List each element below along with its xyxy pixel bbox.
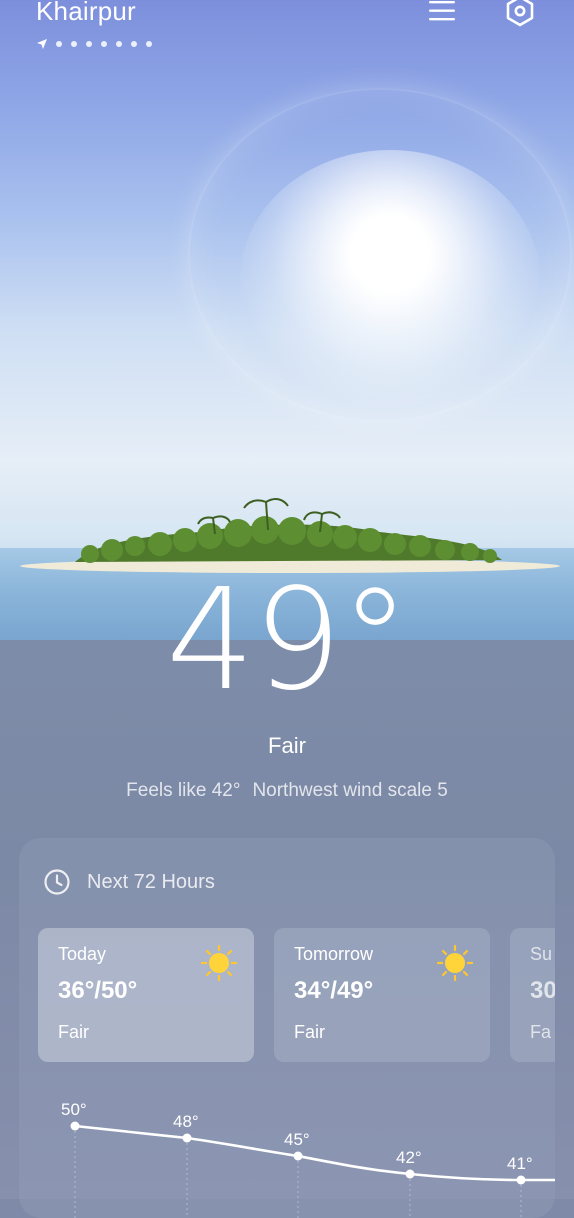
- wind-info: Northwest wind scale 5: [252, 780, 448, 801]
- day-temp-range: 30: [530, 977, 555, 1004]
- hourly-temp-label: 48°: [173, 1112, 199, 1131]
- sun-glow: [240, 150, 540, 410]
- day-temp-range: 34°/49°: [294, 977, 374, 1004]
- day-name: Today: [58, 944, 107, 964]
- current-temperature: 49°: [0, 570, 574, 711]
- current-temperature-value: 49°: [165, 559, 410, 722]
- page-dot: [146, 41, 152, 47]
- current-condition: Fair: [268, 733, 306, 758]
- forecast-card-title: Next 72 Hours: [87, 870, 215, 893]
- page-dot: [86, 41, 92, 47]
- hourly-point: [516, 1175, 526, 1185]
- city-name[interactable]: Khairpur: [36, 0, 136, 27]
- day-name: Tomorrow: [294, 944, 374, 964]
- hourly-temp-label: 42°: [396, 1148, 422, 1167]
- page-dot: [131, 41, 137, 47]
- day-forecast-today[interactable]: Today 36°/50° Fair: [38, 928, 254, 1062]
- hourly-temp-line: [74, 1124, 555, 1182]
- day-name: Su: [530, 944, 553, 964]
- feels-like: Feels like 42°: [126, 780, 241, 801]
- hourly-temp-label: 45°: [284, 1130, 310, 1149]
- hourly-temp-label: 50°: [61, 1100, 87, 1119]
- location-arrow-icon: [37, 39, 47, 49]
- day-forecast-next[interactable]: Su 30 Fa: [510, 928, 555, 1062]
- sun-icon: [436, 944, 474, 982]
- day-condition: Fair: [58, 1022, 89, 1042]
- settings-icon[interactable]: [503, 0, 537, 28]
- menu-icon[interactable]: [428, 0, 456, 22]
- day-temp-range: 36°/50°: [58, 977, 138, 1004]
- hourly-temp-label: 41°: [507, 1154, 533, 1173]
- hourly-point: [182, 1133, 192, 1143]
- location-page-indicator: [37, 39, 152, 49]
- top-bar: Khairpur: [0, 0, 574, 82]
- page-dot: [116, 41, 122, 47]
- forecast-card-header: Next 72 Hours: [43, 868, 215, 896]
- page-dot: [101, 41, 107, 47]
- current-details: Feels like 42° Northwest wind scale 5: [0, 780, 574, 802]
- day-condition: Fa: [530, 1022, 552, 1042]
- day-condition: Fair: [294, 1022, 325, 1042]
- hourly-point: [405, 1169, 415, 1179]
- day-forecast-tomorrow[interactable]: Tomorrow 34°/49° Fair: [274, 928, 490, 1062]
- page-dot: [56, 41, 62, 47]
- sun-icon: [200, 944, 238, 982]
- hourly-point: [70, 1121, 80, 1131]
- clock-icon: [44, 869, 70, 895]
- forecast-card[interactable]: Next 72 Hours Today 36°/50° Fair Tomorro…: [19, 838, 555, 1218]
- page-dot: [71, 41, 77, 47]
- hourly-point: [293, 1151, 303, 1161]
